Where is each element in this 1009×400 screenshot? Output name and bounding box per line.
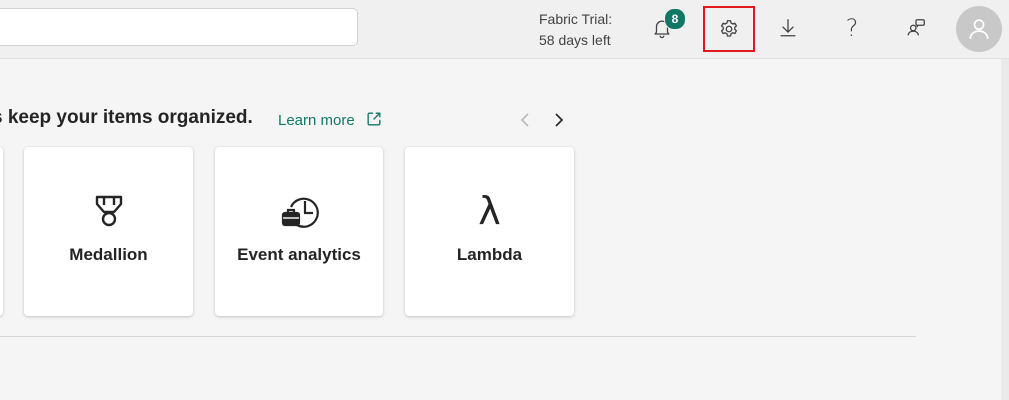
search-input[interactable] — [0, 8, 358, 46]
lambda-icon: λ — [478, 189, 501, 233]
divider — [0, 336, 916, 337]
card-label: Lambda — [456, 245, 523, 264]
settings-button[interactable] — [703, 6, 755, 52]
download-icon — [780, 19, 796, 37]
template-card-event-analytics[interactable]: Event analytics — [215, 147, 383, 316]
person-icon — [969, 19, 989, 39]
download-button[interactable] — [768, 8, 808, 48]
chevron-right-icon[interactable] — [550, 110, 568, 130]
section-heading: s keep your items organized. — [0, 107, 253, 128]
medal-icon — [89, 191, 129, 231]
help-button[interactable]: ? — [832, 8, 872, 48]
card-label: Medallion — [69, 245, 148, 264]
page-scrollbar[interactable] — [1001, 59, 1009, 400]
external-link-icon[interactable] — [365, 110, 383, 128]
people-share-button[interactable] — [896, 8, 936, 48]
gear-icon — [720, 20, 738, 37]
notification-count-badge: 8 — [664, 8, 686, 30]
template-card-lambda[interactable]: λ Lambda — [405, 147, 574, 316]
trial-title: Fabric Trial: — [539, 11, 613, 27]
help-icon: ? — [845, 14, 859, 42]
chevron-left-icon[interactable] — [516, 110, 534, 130]
template-card-partial[interactable] — [0, 147, 3, 316]
learn-more-link[interactable]: Learn more — [278, 112, 355, 129]
template-card-medallion[interactable]: Medallion — [24, 147, 193, 316]
clock-briefcase-icon — [279, 191, 319, 231]
trial-days-left: 58 days left — [539, 32, 611, 48]
notifications-button[interactable]: 8 — [642, 8, 686, 48]
card-label: Event analytics — [237, 245, 361, 264]
trial-status[interactable]: Fabric Trial: 58 days left — [539, 9, 612, 51]
people-share-icon — [907, 19, 925, 36]
top-bar: Fabric Trial: 58 days left 8 ? — [0, 0, 1009, 59]
avatar[interactable] — [956, 6, 1002, 52]
